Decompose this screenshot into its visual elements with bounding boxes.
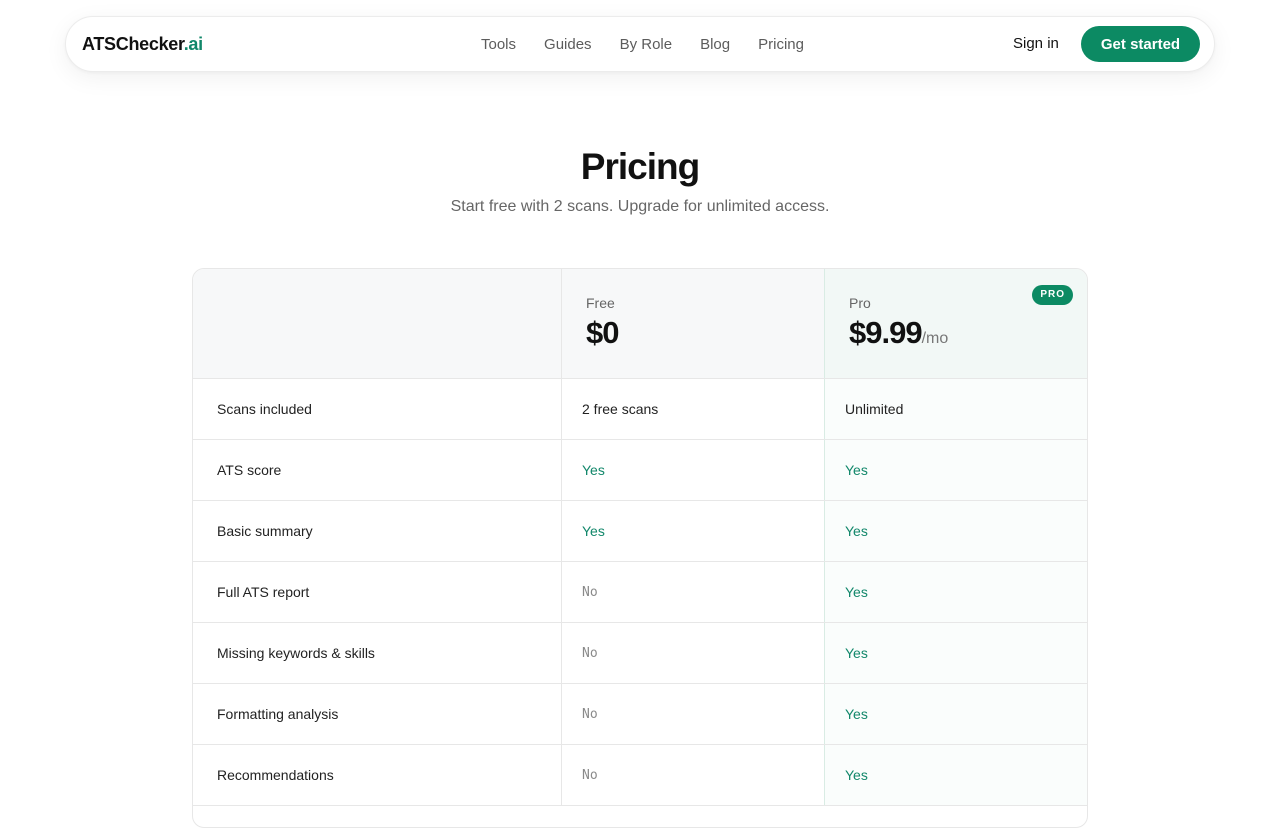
plan-column-pro: PRO Pro $9.99/mo — [825, 269, 1087, 378]
feature-label: Basic summary — [193, 501, 562, 561]
free-plan-value: Yes — [562, 501, 825, 561]
feature-label: Formatting analysis — [193, 684, 562, 744]
top-navbar: ATSChecker.ai Tools Guides By Role Blog … — [65, 16, 1215, 72]
feature-label: Missing keywords & skills — [193, 623, 562, 683]
feature-label: Full ATS report — [193, 562, 562, 622]
table-row: Missing keywords & skills No Yes — [193, 623, 1087, 684]
nav-link-blog[interactable]: Blog — [700, 36, 730, 53]
feature-label: Recommendations — [193, 745, 562, 805]
pro-plan-value: Yes — [825, 562, 1087, 622]
feature-label: ATS score — [193, 440, 562, 500]
nav-link-guides[interactable]: Guides — [544, 36, 592, 53]
free-plan-value: Yes — [562, 440, 825, 500]
table-row: Full ATS report No Yes — [193, 562, 1087, 623]
table-row: Recommendations No Yes — [193, 745, 1087, 806]
get-started-button[interactable]: Get started — [1081, 26, 1200, 62]
pro-badge: PRO — [1032, 285, 1073, 305]
plan-name: Pro — [849, 295, 871, 311]
pro-plan-value: Yes — [825, 623, 1087, 683]
pro-plan-value: Unlimited — [825, 379, 1087, 439]
nav-link-pricing[interactable]: Pricing — [758, 36, 804, 53]
free-plan-value: No — [562, 684, 825, 744]
pro-plan-value: Yes — [825, 501, 1087, 561]
free-plan-value: 2 free scans — [562, 379, 825, 439]
feature-header-cell — [193, 269, 562, 378]
table-row: Formatting analysis No Yes — [193, 684, 1087, 745]
brand-logo[interactable]: ATSChecker.ai — [82, 17, 203, 71]
brand-suffix: .ai — [183, 34, 203, 54]
table-row: Basic summary Yes Yes — [193, 501, 1087, 562]
free-plan-value: No — [562, 562, 825, 622]
page-subtitle: Start free with 2 scans. Upgrade for unl… — [450, 198, 830, 215]
pricing-comparison-table: Free $0 PRO Pro $9.99/mo Scans included 2… — [192, 268, 1088, 828]
sign-in-link[interactable]: Sign in — [1013, 17, 1059, 71]
pro-plan-value: Yes — [825, 745, 1087, 805]
feature-label: Scans included — [193, 379, 562, 439]
nav-link-by-role[interactable]: By Role — [620, 36, 673, 53]
nav-links: Tools Guides By Role Blog Pricing — [481, 17, 804, 71]
page-title: Pricing — [580, 146, 700, 187]
plan-price-amount: $0 — [586, 315, 619, 350]
brand-name: ATSChecker — [82, 34, 184, 54]
table-row: Scans included 2 free scans Unlimited — [193, 379, 1087, 440]
plan-column-free: Free $0 — [562, 269, 825, 378]
plan-price: $9.99/mo — [849, 315, 948, 351]
free-plan-value: No — [562, 745, 825, 805]
nav-link-tools[interactable]: Tools — [481, 36, 516, 53]
plan-price-period: /mo — [921, 330, 949, 347]
plan-price-amount: $9.99 — [849, 315, 923, 350]
plan-name: Free — [586, 295, 615, 311]
table-row: ATS score Yes Yes — [193, 440, 1087, 501]
plan-price: $0 — [586, 315, 619, 351]
table-header: Free $0 PRO Pro $9.99/mo — [193, 269, 1087, 379]
pro-plan-value: Yes — [825, 684, 1087, 744]
free-plan-value: No — [562, 623, 825, 683]
pro-plan-value: Yes — [825, 440, 1087, 500]
